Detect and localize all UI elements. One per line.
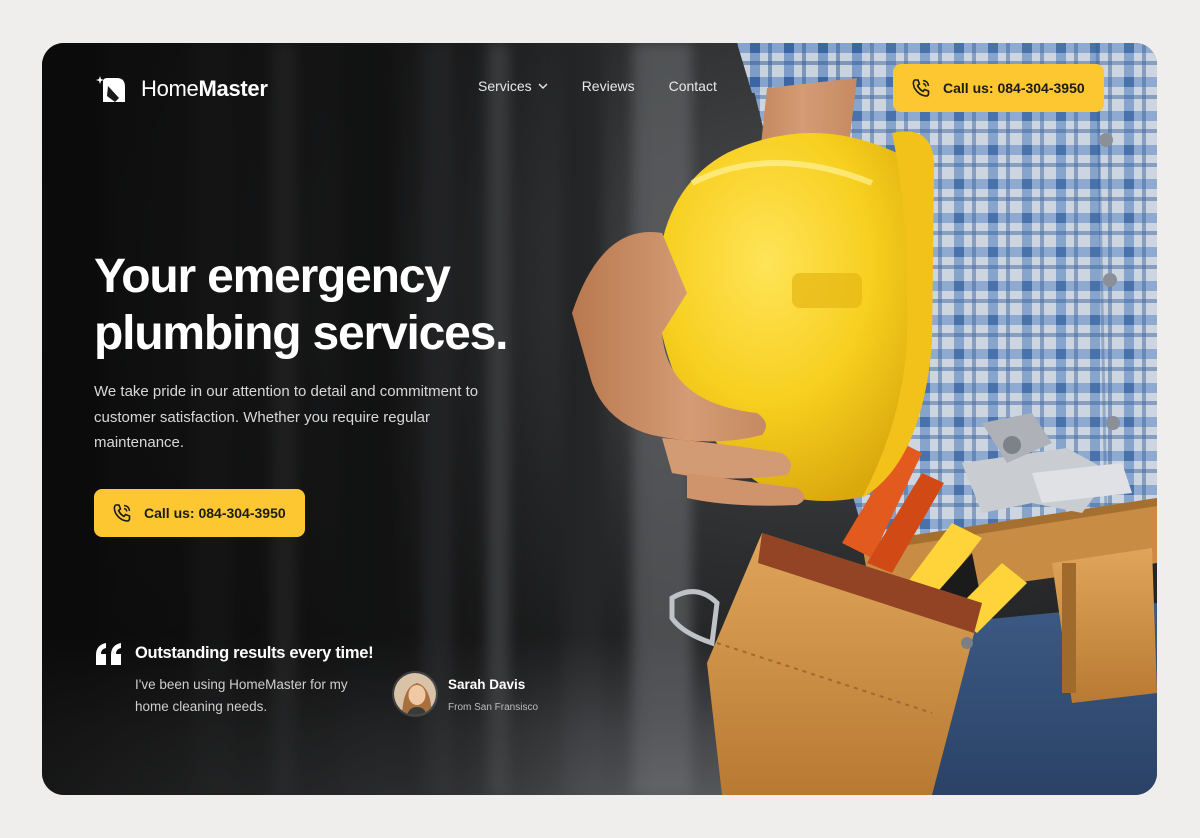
call-us-label: Call us: 084-304-3950: [943, 80, 1085, 96]
nav-item-label: Reviews: [581, 78, 635, 94]
nav-item-label: Services: [478, 78, 532, 94]
testimonial-title: Outstanding results every time!: [135, 644, 374, 662]
call-us-label: Call us: 084-304-3950: [144, 505, 286, 521]
testimonial-author-location: From San Fransisco: [448, 702, 539, 713]
avatar: [392, 671, 438, 717]
homemaster-logo-icon: [96, 76, 125, 102]
worker-photo: [572, 43, 1157, 795]
hero-card: HomeMaster Services Reviews Contact Call…: [42, 43, 1157, 795]
nav-item-reviews[interactable]: Reviews: [582, 78, 635, 94]
nav-item-label: Contact: [668, 78, 717, 94]
nav-item-services[interactable]: Services: [478, 78, 548, 94]
call-us-button-header[interactable]: Call us: 084-304-3950: [893, 64, 1104, 112]
brand-logo[interactable]: HomeMaster: [95, 72, 268, 106]
phone-icon: [113, 504, 131, 522]
chevron-down-icon: [538, 83, 548, 89]
hero-title-line1: Your emergency: [94, 250, 451, 303]
phone-icon: [912, 79, 930, 97]
hero-subtitle: We take pride in our attention to detail…: [94, 383, 479, 451]
nav-item-contact[interactable]: Contact: [669, 78, 717, 94]
hero-title: Your emergency plumbing services.: [94, 248, 564, 362]
hero-title-line2: plumbing services.: [94, 307, 508, 360]
testimonial-author-name: Sarah Davis: [448, 677, 526, 692]
call-us-button-hero[interactable]: Call us: 084-304-3950: [94, 489, 305, 537]
quote-icon: [96, 643, 121, 665]
testimonial-text: I've been using HomeMaster for my home c…: [135, 677, 348, 714]
brand-name: HomeMaster: [141, 76, 268, 101]
main-nav: Services Reviews Contact: [478, 78, 751, 94]
